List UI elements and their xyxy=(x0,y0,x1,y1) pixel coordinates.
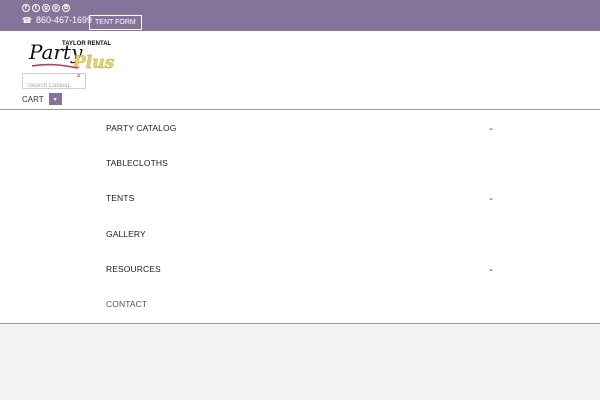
menu-item-label: TENTS xyxy=(106,192,135,203)
header: Party TAYLOR RENTAL Plus ⌕ CART ▾ xyxy=(0,31,600,110)
cart-label[interactable]: CART xyxy=(22,95,44,104)
search-box: ⌕ xyxy=(22,71,86,93)
menu-item-tablecloths[interactable]: TABLECLOTHS xyxy=(106,145,496,180)
logo-plus-text: Plus xyxy=(72,53,115,73)
menu-item-contact[interactable]: CONTACT xyxy=(106,286,496,321)
chevron-down-icon[interactable]: ⌄ xyxy=(488,194,494,202)
logo-tagline: TAYLOR RENTAL xyxy=(62,41,112,47)
phone-number: 860-467-1699 xyxy=(35,15,93,25)
menu-item-label: CONTACT xyxy=(106,298,148,309)
menu-item-tents[interactable]: TENTS ⌄ xyxy=(106,180,496,215)
menu-item-party-catalog[interactable]: PARTY CATALOG ⌄ xyxy=(106,110,496,145)
menu-item-resources[interactable]: RESOURCES ⌄ xyxy=(106,251,496,286)
logo-swoosh xyxy=(31,63,79,69)
chevron-down-icon[interactable]: ⌄ xyxy=(488,124,494,132)
menu-item-label: TABLECLOTHS xyxy=(106,157,168,168)
main-menu: PARTY CATALOG ⌄ TABLECLOTHS TENTS ⌄ GALL… xyxy=(0,110,600,324)
phone-icon: ☎ xyxy=(22,16,32,25)
cart-icon[interactable]: ▾ xyxy=(48,93,62,105)
menu-item-label: PARTY CATALOG xyxy=(106,122,177,133)
search-input[interactable] xyxy=(23,79,73,93)
instagram-icon[interactable]: ◘ xyxy=(62,4,70,12)
tent-form-button[interactable]: TENT FORM xyxy=(89,15,142,30)
facebook-icon[interactable]: f xyxy=(22,4,30,12)
search-icon[interactable]: ⌕ xyxy=(77,71,81,81)
pinterest-icon[interactable]: p xyxy=(52,4,60,12)
twitter-icon[interactable]: t xyxy=(32,4,40,12)
menu-item-label: GALLERY xyxy=(106,228,146,239)
chevron-down-icon[interactable]: ⌄ xyxy=(488,265,494,273)
phone-link[interactable]: ☎ 860-467-1699 xyxy=(22,15,92,26)
social-links: f t g p ◘ xyxy=(22,4,70,12)
party-plus-logo[interactable]: Party TAYLOR RENTAL Plus xyxy=(28,35,120,73)
cart: CART ▾ xyxy=(22,93,62,105)
menu-item-gallery[interactable]: GALLERY xyxy=(106,216,496,251)
google-plus-icon[interactable]: g xyxy=(42,4,50,12)
menu-item-label: RESOURCES xyxy=(106,263,161,274)
top-bar: f t g p ◘ ☎ 860-467-1699 TENT FORM xyxy=(0,0,600,31)
